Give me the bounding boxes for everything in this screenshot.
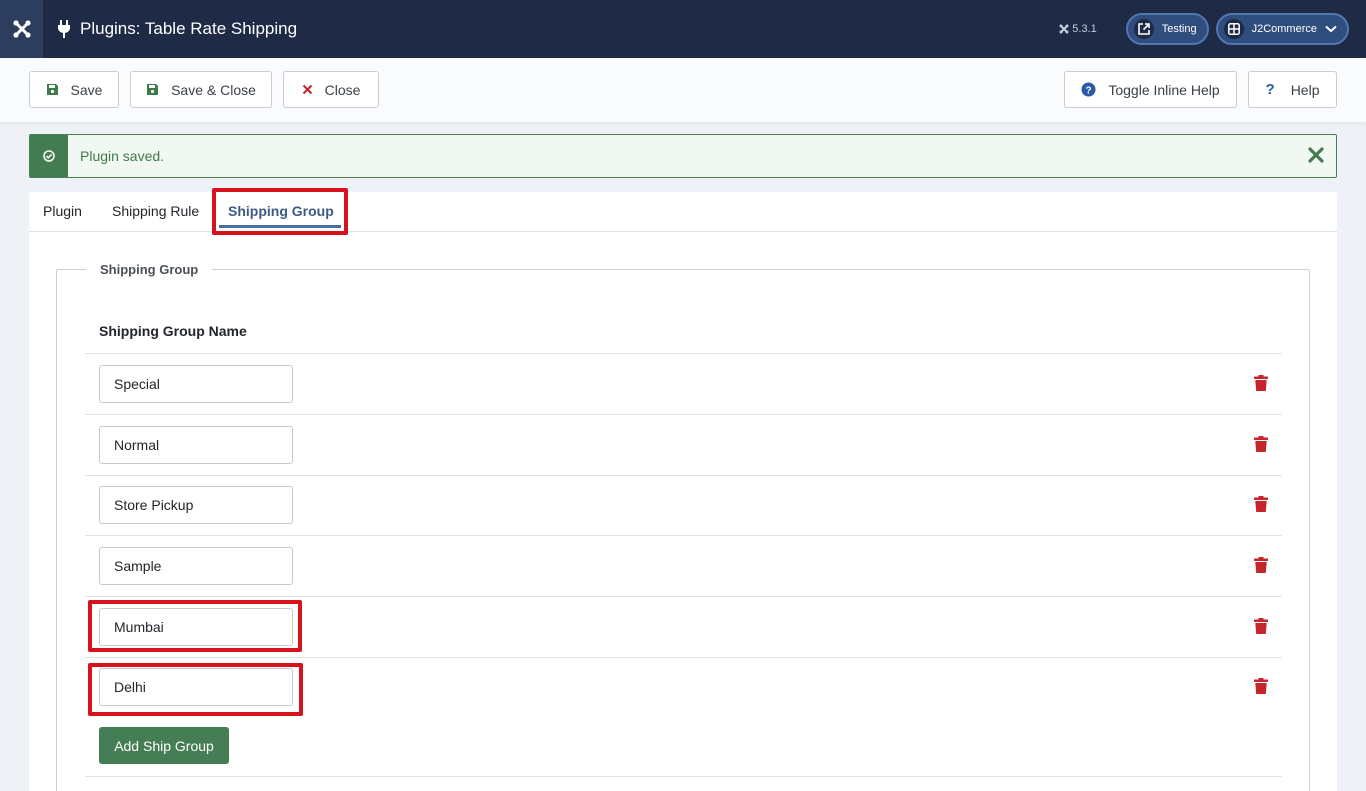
app-header: Plugins: Table Rate Shipping 5.3.1 Testi… [0, 0, 1366, 58]
site-link-pill[interactable]: Testing [1125, 13, 1209, 45]
tab-plugin[interactable]: Plugin [43, 203, 82, 219]
table-row [85, 475, 1282, 536]
column-header: Shipping Group Name [99, 323, 247, 339]
user-pill-label: J2Commerce [1251, 23, 1317, 35]
table-row [85, 354, 1282, 415]
bottom-divider [85, 776, 1282, 777]
page-title: Plugins: Table Rate Shipping [57, 19, 297, 39]
table-row [85, 536, 1282, 597]
group-name-input[interactable] [99, 426, 293, 464]
alert-message: Plugin saved. [80, 148, 165, 164]
highlight-box [88, 663, 303, 716]
question-mark-icon: ? [1265, 81, 1275, 98]
question-circle-icon: ? [1081, 82, 1096, 97]
group-name-input[interactable] [99, 486, 293, 524]
close-button[interactable]: Close [283, 71, 379, 108]
chevron-down-icon [1325, 25, 1337, 33]
table-row [85, 415, 1282, 476]
plug-icon [58, 20, 70, 38]
svg-text:?: ? [1086, 85, 1092, 96]
check-circle-icon [43, 150, 55, 162]
alert-icon-box [30, 135, 68, 177]
add-ship-group-button[interactable]: Add Ship Group [99, 727, 229, 764]
trash-icon[interactable] [1254, 496, 1268, 512]
close-label: Close [324, 81, 361, 98]
joomla-logo[interactable] [0, 0, 43, 58]
success-alert: Plugin saved. [29, 134, 1337, 178]
grid-icon [1227, 23, 1240, 35]
save-icon [46, 84, 58, 95]
highlight-box [88, 600, 302, 652]
group-name-input[interactable] [99, 365, 293, 403]
trash-icon[interactable] [1254, 557, 1268, 573]
page-title-text: Plugins: Table Rate Shipping [80, 19, 298, 38]
alert-close-icon[interactable] [1306, 145, 1326, 165]
help-button[interactable]: ? Help [1248, 71, 1337, 108]
save-close-button[interactable]: Save & Close [130, 71, 272, 108]
trash-icon[interactable] [1254, 375, 1268, 391]
version-label: 5.3.1 [1059, 23, 1097, 35]
group-name-input[interactable] [99, 547, 293, 585]
version-text: 5.3.1 [1072, 23, 1097, 35]
tab-shipping-rule[interactable]: Shipping Rule [112, 203, 199, 219]
external-link-icon [1137, 23, 1150, 35]
highlight-box [212, 188, 348, 235]
user-menu-pill[interactable]: J2Commerce [1215, 13, 1349, 45]
trash-icon[interactable] [1254, 436, 1268, 452]
toggle-inline-help-button[interactable]: ? Toggle Inline Help [1064, 71, 1237, 108]
site-pill-label: Testing [1161, 23, 1197, 35]
save-close-label: Save & Close [171, 81, 256, 98]
toggle-help-label: Toggle Inline Help [1108, 81, 1220, 98]
fieldset-legend: Shipping Group [86, 262, 213, 277]
joomla-small-icon [1059, 24, 1069, 34]
toolbar: Save Save & Close Close ? Toggle Inline … [0, 58, 1366, 122]
close-icon [302, 84, 312, 95]
joomla-icon [12, 20, 31, 38]
trash-icon[interactable] [1254, 678, 1268, 694]
save-icon [147, 84, 159, 95]
save-button[interactable]: Save [29, 71, 119, 108]
help-label: Help [1290, 81, 1320, 98]
trash-icon[interactable] [1254, 618, 1268, 634]
save-label: Save [70, 81, 103, 98]
